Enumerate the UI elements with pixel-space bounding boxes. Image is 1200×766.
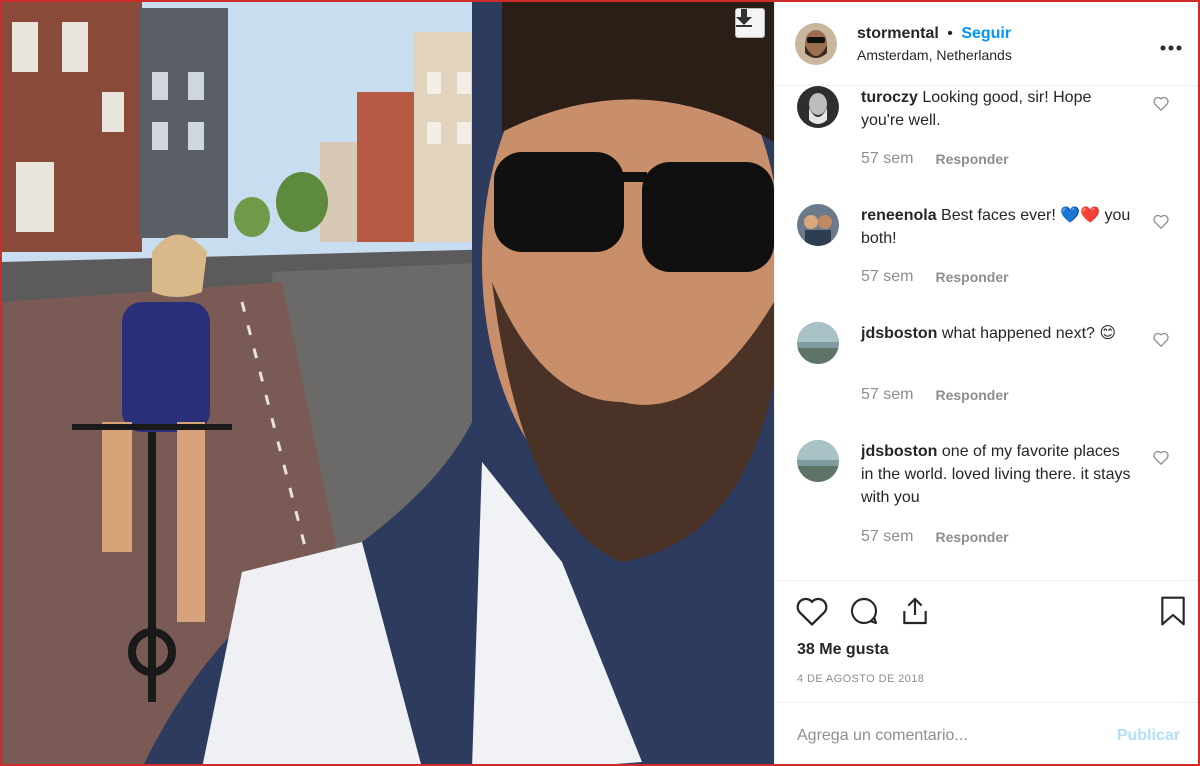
bookmark-icon: [1161, 596, 1185, 626]
heart-outline-icon: [1153, 450, 1169, 466]
comment-like-button[interactable]: [1153, 96, 1169, 116]
comment-meta: 57 sem Responder: [861, 268, 1009, 286]
share-icon: [903, 597, 927, 625]
header-text: stormental • Seguir Amsterdam, Netherlan…: [857, 25, 1160, 63]
comment-icon: [850, 597, 878, 625]
comment-meta: 57 sem Responder: [861, 150, 1009, 168]
comment-meta: 57 sem Responder: [861, 528, 1009, 546]
comment-time[interactable]: 57 sem: [861, 528, 913, 546]
like-button[interactable]: [795, 595, 829, 632]
post-actions: 38 Me gusta 4 DE AGOSTO DE 2018: [775, 580, 1198, 702]
comments-list[interactable]: turoczy Looking good, sir! Hope you're w…: [775, 86, 1198, 580]
avatar-image: [797, 86, 839, 128]
download-button[interactable]: [735, 8, 765, 38]
comment-username[interactable]: jdsboston: [861, 325, 937, 342]
save-button[interactable]: [1159, 595, 1187, 632]
share-button[interactable]: [899, 595, 931, 632]
header-title-row: stormental • Seguir: [857, 25, 1160, 43]
comment-meta: 57 sem Responder: [861, 386, 1009, 404]
author-username[interactable]: stormental: [857, 25, 939, 42]
publish-button[interactable]: Publicar: [1117, 727, 1180, 745]
comment-like-button[interactable]: [1153, 214, 1169, 234]
comment-text: jdsboston one of my favorite places in t…: [861, 440, 1131, 509]
post-date[interactable]: 4 DE AGOSTO DE 2018: [797, 673, 924, 685]
follow-button[interactable]: Seguir: [961, 25, 1011, 42]
avatar-image: [797, 440, 839, 482]
post-photo[interactable]: [2, 2, 774, 764]
comment-text: jdsboston what happened next? 😊: [861, 322, 1131, 345]
likes-count[interactable]: 38 Me gusta: [797, 641, 889, 659]
comment-message: what happened next? 😊: [941, 325, 1117, 342]
reply-button[interactable]: Responder: [935, 151, 1008, 167]
avatar-image: [797, 322, 839, 364]
screenshot-frame: stormental • Seguir Amsterdam, Netherlan…: [0, 0, 1200, 766]
author-avatar[interactable]: [795, 22, 837, 65]
reply-button[interactable]: Responder: [935, 529, 1008, 545]
heart-outline-icon: [1153, 332, 1169, 348]
photo-illustration: [2, 2, 774, 764]
comment-like-button[interactable]: [1153, 450, 1169, 470]
add-comment-bar: Publicar: [775, 702, 1198, 764]
comment-text: reneenola Best faces ever! 💙❤️ you both!: [861, 204, 1131, 250]
heart-outline-icon: [1153, 96, 1169, 112]
heart-outline-icon: [1153, 214, 1169, 230]
avatar-image: [795, 22, 837, 65]
reply-button[interactable]: Responder: [935, 387, 1008, 403]
more-icon: [1160, 45, 1182, 50]
comment-avatar[interactable]: [797, 440, 839, 482]
post-location[interactable]: Amsterdam, Netherlands: [857, 47, 1160, 63]
post-side-panel: stormental • Seguir Amsterdam, Netherlan…: [774, 2, 1198, 764]
comment-username[interactable]: jdsboston: [861, 443, 937, 460]
comment-avatar[interactable]: [797, 322, 839, 364]
comment-time[interactable]: 57 sem: [861, 268, 913, 286]
comment-like-button[interactable]: [1153, 332, 1169, 352]
separator-dot: •: [947, 24, 953, 42]
comment-avatar[interactable]: [797, 86, 839, 128]
comment-username[interactable]: turoczy: [861, 89, 918, 106]
comment-username[interactable]: reneenola: [861, 207, 937, 224]
comment-input[interactable]: [797, 726, 1117, 745]
heart-icon: [796, 597, 828, 626]
more-options-button[interactable]: [1160, 31, 1182, 57]
comment-avatar[interactable]: [797, 204, 839, 246]
comment-time[interactable]: 57 sem: [861, 386, 913, 404]
comment-text: turoczy Looking good, sir! Hope you're w…: [861, 86, 1131, 132]
reply-button[interactable]: Responder: [935, 269, 1008, 285]
download-arrow-icon: [736, 9, 752, 27]
avatar-image: [797, 204, 839, 246]
comment-button[interactable]: [847, 595, 881, 632]
comment-time[interactable]: 57 sem: [861, 150, 913, 168]
post-header: stormental • Seguir Amsterdam, Netherlan…: [775, 2, 1198, 86]
